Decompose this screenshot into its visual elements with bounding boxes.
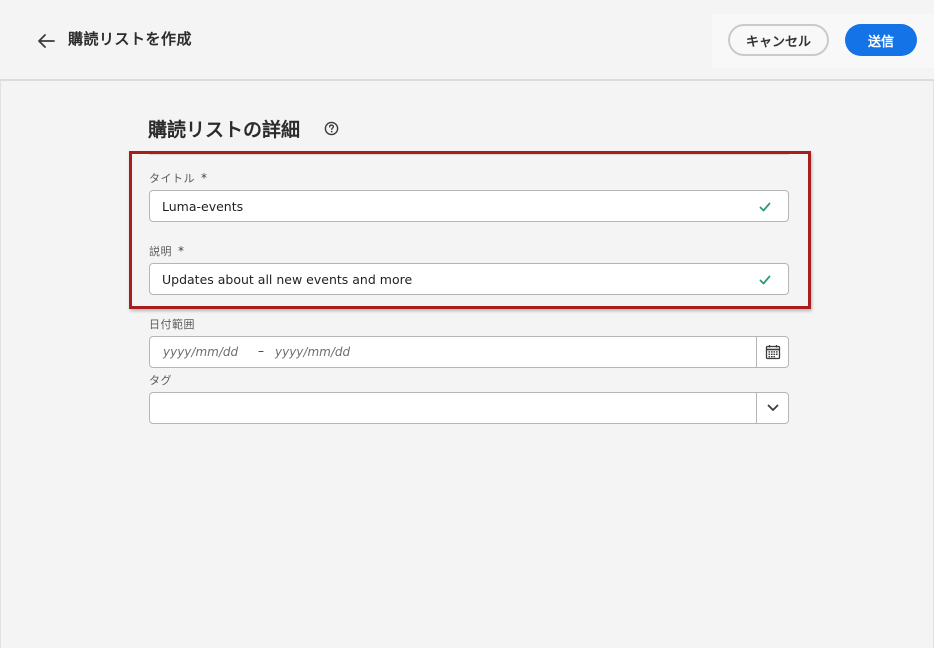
date-end-input[interactable]: yyyy/mm/dd [275,345,350,359]
date-range-label: 日付範囲 [149,318,195,331]
tags-dropdown-button[interactable] [756,393,788,423]
submit-button[interactable]: 送信 [845,24,917,56]
date-range-picker[interactable]: yyyy/mm/dd – yyyy/mm/dd [149,336,789,368]
calendar-icon [765,345,780,360]
help-icon[interactable] [324,121,339,136]
calendar-button[interactable] [756,337,788,367]
date-start-input[interactable]: yyyy/mm/dd [163,345,238,359]
chevron-down-icon [767,404,778,411]
app-frame [0,0,934,648]
back-button[interactable] [34,29,58,53]
date-separator: – [258,344,264,358]
cancel-button[interactable]: キャンセル [728,24,829,56]
tags-combobox[interactable] [149,392,789,424]
page-title: 購読リストを作成 [68,30,193,48]
highlight-box [129,151,811,309]
header-actions: キャンセル 送信 [712,14,934,68]
page-header: 購読リストを作成 キャンセル 送信 [0,0,934,81]
section-title: 購読リストの詳細 [148,119,301,141]
tags-label: タグ [149,374,172,387]
arrow-left-icon [38,34,55,48]
